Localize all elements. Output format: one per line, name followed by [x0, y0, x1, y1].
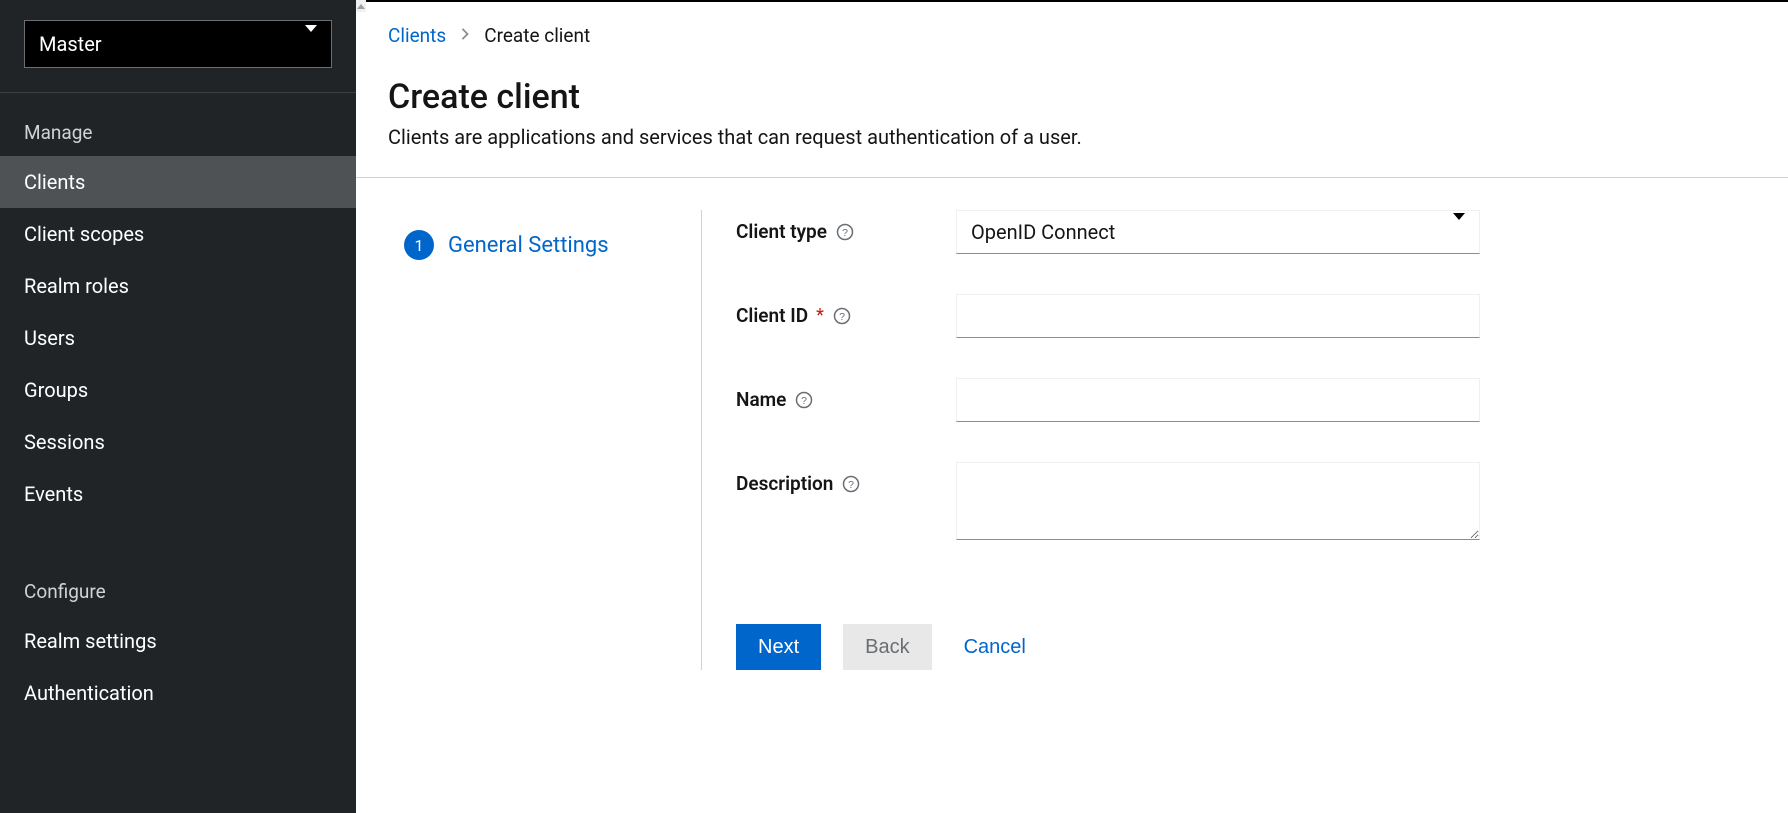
svg-text:?: ? [842, 226, 848, 238]
sidebar-item-sessions[interactable]: Sessions [0, 416, 356, 468]
step-number-badge: 1 [404, 230, 434, 260]
page-description: Clients are applications and services th… [388, 125, 1756, 149]
client-type-value: OpenID Connect [971, 220, 1115, 244]
sidebar-item-label: Realm settings [24, 629, 157, 653]
wizard-body: Client type ? OpenID Connect [702, 210, 1748, 670]
realm-selector[interactable]: Master [24, 20, 332, 68]
svg-text:?: ? [839, 310, 845, 322]
nav-section-manage: Manage Clients Client scopes Realm roles… [0, 93, 356, 520]
main-content: Clients Create client Create client Clie… [356, 0, 1788, 813]
sidebar-item-clients[interactable]: Clients [0, 156, 356, 208]
name-label: Name [736, 388, 786, 411]
caret-down-icon [305, 32, 317, 56]
help-icon[interactable]: ? [841, 474, 861, 494]
chevron-up-icon [357, 4, 365, 9]
sidebar-item-users[interactable]: Users [0, 312, 356, 364]
realm-selector-container: Master [0, 0, 356, 93]
wizard-footer: Next Back Cancel [736, 624, 1748, 670]
form-row-client-type: Client type ? OpenID Connect [736, 210, 1748, 254]
name-input[interactable] [956, 378, 1480, 422]
svg-text:?: ? [801, 394, 807, 406]
sidebar-item-label: Groups [24, 378, 88, 402]
client-id-label: Client ID [736, 304, 808, 327]
wizard-step-general-settings[interactable]: 1 General Settings [404, 230, 677, 260]
svg-text:?: ? [849, 478, 855, 490]
required-indicator: * [816, 305, 824, 326]
page-title: Create client [388, 77, 1756, 117]
scroll-up-indicator[interactable] [356, 0, 366, 12]
help-icon[interactable]: ? [832, 306, 852, 326]
sidebar-item-groups[interactable]: Groups [0, 364, 356, 416]
sidebar-item-label: Users [24, 326, 75, 350]
sidebar-item-events[interactable]: Events [0, 468, 356, 520]
sidebar-item-label: Sessions [24, 430, 105, 454]
next-button[interactable]: Next [736, 624, 821, 670]
client-type-select[interactable]: OpenID Connect [956, 210, 1480, 254]
sidebar-item-authentication[interactable]: Authentication [0, 667, 356, 719]
sidebar-item-label: Client scopes [24, 222, 144, 246]
sidebar-item-label: Clients [24, 170, 85, 194]
sidebar-item-realm-settings[interactable]: Realm settings [0, 615, 356, 667]
wizard: 1 General Settings Client type ? Op [356, 178, 1788, 702]
client-type-label: Client type [736, 220, 827, 243]
sidebar-item-label: Realm roles [24, 274, 129, 298]
breadcrumb: Clients Create client [356, 24, 1788, 67]
sidebar-item-label: Authentication [24, 681, 154, 705]
breadcrumb-link-clients[interactable]: Clients [388, 24, 446, 47]
chevron-right-icon [460, 28, 470, 44]
sidebar-item-realm-roles[interactable]: Realm roles [0, 260, 356, 312]
page-header: Create client Clients are applications a… [356, 67, 1788, 178]
description-label: Description [736, 472, 833, 495]
nav-section-title: Manage [0, 93, 356, 156]
caret-down-icon [1453, 220, 1465, 244]
help-icon[interactable]: ? [794, 390, 814, 410]
nav-section-title: Configure [0, 552, 356, 615]
sidebar-item-client-scopes[interactable]: Client scopes [0, 208, 356, 260]
form-row-name: Name ? [736, 378, 1748, 422]
cancel-button[interactable]: Cancel [954, 624, 1036, 670]
client-id-input[interactable] [956, 294, 1480, 338]
breadcrumb-current: Create client [484, 24, 590, 47]
form-row-description: Description ? [736, 462, 1748, 544]
wizard-nav: 1 General Settings [404, 210, 702, 670]
help-icon[interactable]: ? [835, 222, 855, 242]
step-label: General Settings [448, 233, 609, 258]
description-textarea[interactable] [956, 462, 1480, 540]
nav-section-configure: Configure Realm settings Authentication [0, 552, 356, 719]
form-row-client-id: Client ID * ? [736, 294, 1748, 338]
realm-selector-label: Master [39, 32, 102, 56]
back-button[interactable]: Back [843, 624, 931, 670]
sidebar: Master Manage Clients Client scopes Real… [0, 0, 356, 813]
sidebar-item-label: Events [24, 482, 83, 506]
